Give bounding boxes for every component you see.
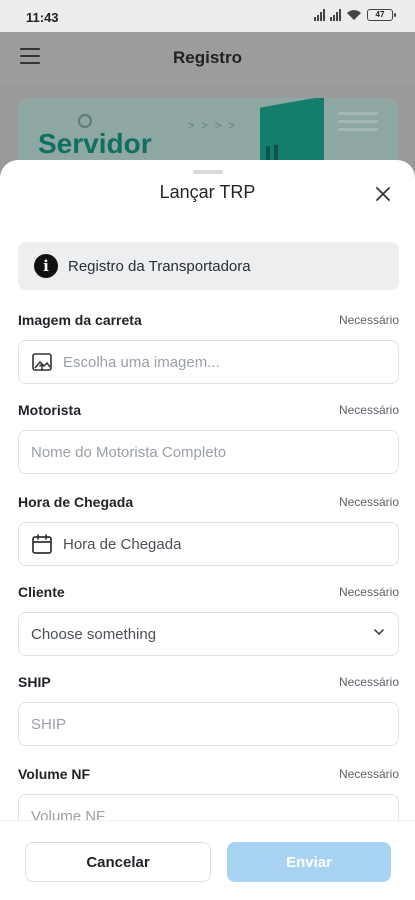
close-button[interactable] (373, 184, 393, 204)
required-label: Necessário (338, 313, 399, 327)
status-bar: 11:43 47 (0, 0, 415, 32)
ship-placeholder: SHIP (31, 715, 67, 733)
calendar-icon (31, 533, 53, 555)
image-picker-input[interactable]: Escolha uma imagem... (18, 340, 399, 384)
cliente-selected-value: Choose something (31, 625, 157, 643)
hora-chegada-placeholder: Hora de Chegada (63, 535, 182, 553)
page-title: Registro (173, 48, 242, 67)
info-text: Registro da Transportadora (68, 257, 251, 275)
close-icon (376, 187, 390, 201)
field-imagem-carreta: Imagem da carreta Necessário Escolha uma… (18, 310, 399, 384)
field-ship: SHIP Necessário SHIP (18, 672, 399, 746)
info-icon: i (34, 254, 58, 278)
motorista-placeholder: Nome do Motorista Completo (31, 443, 227, 461)
required-label: Necessário (338, 675, 399, 689)
signal-icon (314, 9, 325, 21)
field-motorista: Motorista Necessário Nome do Motorista C… (18, 400, 399, 474)
info-banner: i Registro da Transportadora (18, 242, 399, 290)
required-label: Necessário (338, 767, 399, 781)
gear-icon (78, 114, 92, 128)
field-label: Motorista (18, 402, 81, 418)
field-label: Hora de Chegada (18, 494, 134, 510)
field-label: Cliente (18, 584, 65, 600)
image-placeholder: Escolha uma imagem... (63, 353, 220, 371)
bottom-sheet: Lançar TRP i Registro da Transportadora … (0, 160, 415, 900)
field-hora-chegada: Hora de Chegada Necessário Hora de Chega… (18, 492, 399, 566)
field-label: SHIP (18, 674, 51, 690)
required-label: Necessário (338, 585, 399, 599)
required-label: Necessário (338, 495, 399, 509)
drag-handle[interactable] (193, 170, 223, 174)
banner-decoration (338, 112, 378, 136)
field-cliente: Cliente Necessário Choose something (18, 582, 399, 656)
image-upload-icon (31, 351, 53, 373)
cancel-button[interactable]: Cancelar (25, 842, 211, 882)
field-label: Volume NF (18, 766, 91, 782)
status-icons: 47 (314, 9, 396, 21)
chevron-down-icon (372, 625, 386, 644)
sheet-footer: Cancelar Enviar (0, 820, 415, 900)
signal-icon (330, 9, 341, 21)
hora-chegada-input[interactable]: Hora de Chegada (18, 522, 399, 566)
banner-title: Servidor (38, 128, 152, 159)
sheet-title: Lançar TRP (159, 182, 256, 202)
motorista-input[interactable]: Nome do Motorista Completo (18, 430, 399, 474)
required-label: Necessário (338, 403, 399, 417)
app-header: Registro (0, 32, 415, 84)
status-time: 11:43 (26, 10, 59, 25)
wifi-icon (347, 10, 361, 20)
banner-arrows: > > > > (188, 120, 237, 132)
cliente-select[interactable]: Choose something (18, 612, 399, 656)
battery-icon: 47 (367, 9, 396, 21)
send-button[interactable]: Enviar (227, 842, 391, 882)
ship-input[interactable]: SHIP (18, 702, 399, 746)
field-label: Imagem da carreta (18, 312, 142, 328)
